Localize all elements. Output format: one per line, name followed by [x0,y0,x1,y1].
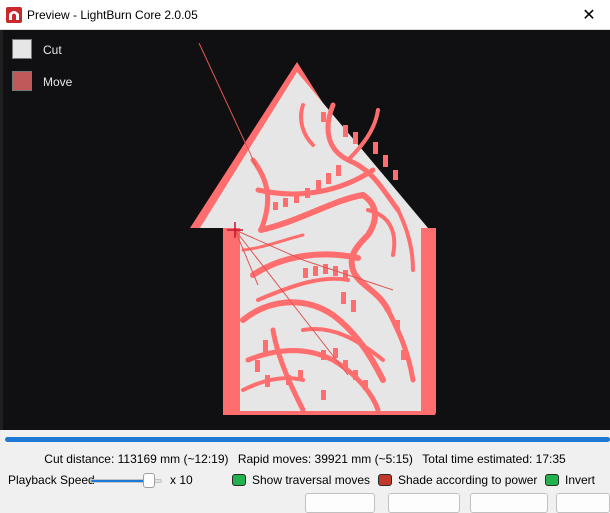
title-bar: Preview - LightBurn Core 2.0.05 ✕ [0,0,610,30]
shade-power-label: Shade according to power [398,473,538,487]
legend-label-move: Move [43,75,73,89]
preview-canvas[interactable]: Cut Move [3,30,610,430]
cut-distance: Cut distance: 113169 mm (~12:19) [44,452,229,466]
house-right-border [421,228,433,411]
close-icon: ✕ [582,7,596,24]
footer-button-2[interactable] [388,493,460,513]
job-stats: Cut distance: 113169 mm (~12:19) Rapid m… [0,452,610,466]
lightburn-logo-icon [6,7,22,23]
house-left-border [228,228,240,411]
show-traversal-indicator [232,474,246,486]
move-swatch [12,71,32,91]
footer-button-3[interactable] [470,493,548,513]
progress-fill [5,437,610,442]
invert-indicator [545,474,559,486]
shade-power-indicator [378,474,392,486]
slider-handle[interactable] [143,473,156,488]
speed-multiplier: x 10 [170,473,193,487]
playback-speed-label: Playback Speed [8,473,95,487]
preview-drawing [190,42,436,415]
rapid-moves: Rapid moves: 39921 mm (~5:15) [237,452,413,466]
legend-label-cut: Cut [43,43,62,57]
playback-progress-bar[interactable] [5,437,610,442]
invert-label: Invert [565,473,596,487]
total-time: Total time estimated: 17:35 [422,452,566,466]
show-traversal-label: Show traversal moves [252,473,371,487]
close-button[interactable]: ✕ [568,0,610,30]
cut-swatch [12,39,32,59]
playback-controls: Playback Speed x 10 Show traversal moves… [0,472,610,490]
footer-button-4[interactable] [556,493,610,513]
footer-button-1[interactable] [305,493,375,513]
slider-fill [91,480,149,482]
window-title: Preview - LightBurn Core 2.0.05 [27,8,198,22]
